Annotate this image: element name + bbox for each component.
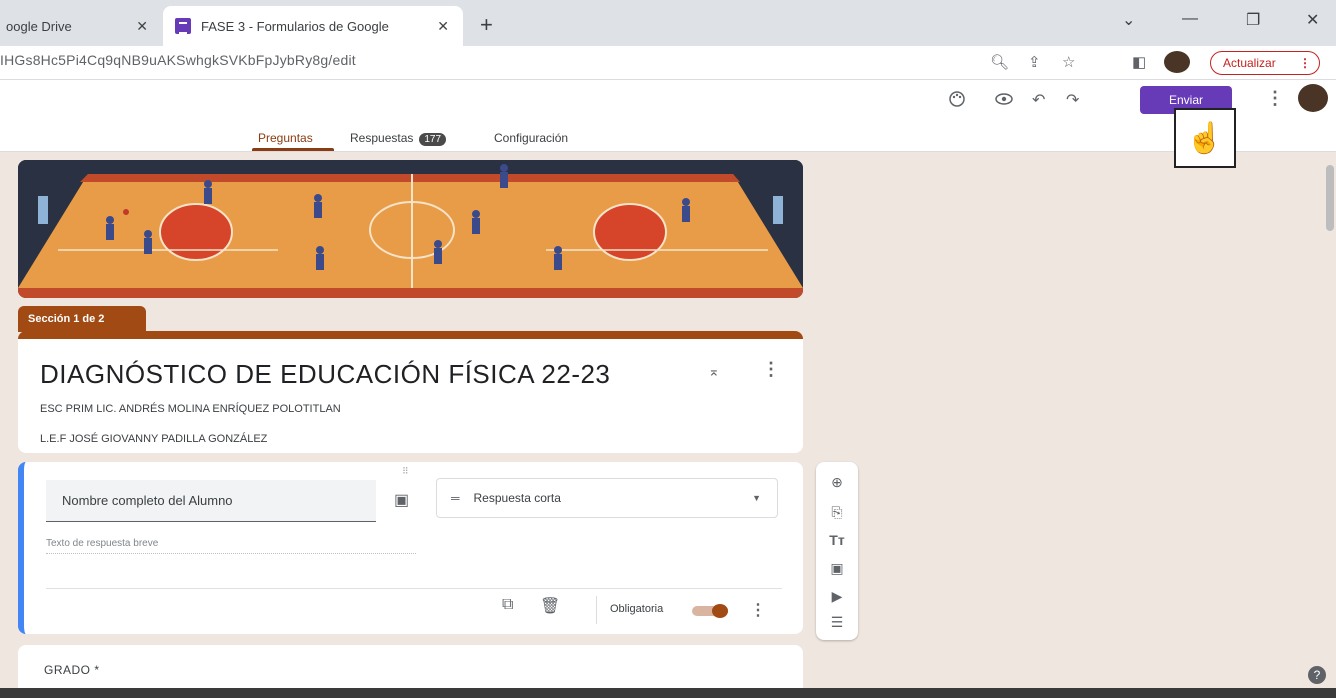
form-description-line-2[interactable]: L.E.F JOSÉ GIOVANNY PADILLA GONZÁLEZ [40,433,267,445]
palette-icon[interactable] [948,90,966,113]
tab-settings[interactable]: Configuración [494,131,568,145]
required-toggle[interactable] [692,604,732,618]
vertical-separator [596,596,597,624]
dropdown-arrow-icon: ▼ [752,493,761,503]
address-bar: IHGs8Hc5Pi4Cq9qNB9uAKSwhgkSVKbFpJybRy8g/… [0,46,1336,80]
bookmark-star-icon[interactable]: ☆ [1062,53,1075,71]
section-options-icon[interactable]: ⋮ [762,359,780,380]
question-title-text: Nombre completo del Alumno [62,493,233,508]
help-icon[interactable]: ? [1308,666,1326,684]
tab-label: oogle Drive [6,18,72,34]
form-title-card[interactable]: DIAGNÓSTICO DE EDUCACIÓN FÍSICA 22-23 ⌅ … [18,331,803,453]
redo-icon[interactable]: ↷ [1066,90,1079,110]
google-forms-icon [175,18,191,34]
question-title-input[interactable]: Nombre completo del Alumno [46,480,376,522]
duplicate-icon[interactable]: ⧉ [502,596,513,614]
restore-icon[interactable]: ❐ [1246,10,1260,30]
browser-menu-icon[interactable]: ⋮ [1299,56,1311,70]
side-panel-icon[interactable]: ◧ [1132,53,1146,71]
more-options-icon[interactable]: ⋮ [1266,88,1284,109]
add-title-description-icon[interactable]: Tт [816,532,858,548]
drag-handle-icon[interactable]: ⠿ [402,466,410,477]
active-tab-indicator [252,148,334,151]
new-tab-button[interactable]: + [480,12,493,38]
tab-search-icon[interactable]: ⌄ [1122,10,1135,30]
add-video-icon[interactable]: ▶ [816,588,858,605]
undo-icon[interactable]: ↶ [1032,90,1045,110]
close-tab-icon[interactable]: ✕ [437,18,449,35]
forms-header: ↶ ↷ Enviar ⋮ Preguntas Respuestas 177 Con… [0,80,1336,152]
import-questions-icon[interactable]: ⎘ [816,504,858,521]
share-icon[interactable]: ⇪ [1028,53,1041,71]
short-answer-placeholder: Texto de respuesta breve [46,538,416,554]
scrollbar[interactable] [1326,165,1334,231]
toggle-knob [712,604,728,618]
add-image-icon[interactable]: ▣ [394,490,409,510]
question-more-options-icon[interactable]: ⋮ [750,600,766,620]
account-avatar[interactable] [1298,84,1328,112]
eye-icon[interactable] [994,90,1014,113]
os-taskbar [0,688,1336,698]
question-type-select[interactable]: ═ Respuesta corta ▼ [436,478,778,518]
url-field[interactable]: IHGs8Hc5Pi4Cq9qNB9uAKSwhgkSVKbFpJybRy8g/… [0,52,356,68]
minimize-icon[interactable]: — [1182,10,1198,28]
side-toolbar: ⊕ ⎘ Tт ▣ ▶ ☰ [816,462,858,640]
delete-icon[interactable]: 🗑︎ [540,596,560,616]
tab-google-forms[interactable]: FASE 3 - Formularios de Google ✕ [163,6,463,46]
tab-responses[interactable]: Respuestas 177 [350,131,447,146]
close-tab-icon[interactable]: ✕ [136,18,148,35]
tab-label: FASE 3 - Formularios de Google [201,18,389,34]
divider [46,588,782,589]
header-image-basketball-court [18,160,803,298]
zoom-icon[interactable]: 🔍︎ [990,53,1009,71]
section-label: Sección 1 de 2 [18,306,146,332]
profile-avatar[interactable] [1164,51,1190,73]
close-window-icon[interactable]: ✕ [1306,10,1319,30]
form-description-line-1[interactable]: ESC PRIM LIC. ANDRÉS MOLINA ENRÍQUEZ POL… [40,403,341,415]
tab-responses-label: Respuestas [350,131,414,145]
browser-tab-bar: oogle Drive ✕ FASE 3 - Formularios de Go… [0,0,1336,46]
question-card-active[interactable]: ⠿ Nombre completo del Alumno ▣ ═ Respues… [18,462,803,634]
responses-count-badge: 177 [419,133,447,146]
add-section-icon[interactable]: ☰ [816,614,858,631]
question-type-label: Respuesta corta [473,491,561,505]
form-tabs: Preguntas Respuestas 177 Configuración [0,128,820,152]
update-button[interactable]: Actualizar ⋮ [1210,51,1320,75]
short-answer-icon: ═ [451,491,460,505]
required-label: Obligatoria [610,603,664,615]
add-question-icon[interactable]: ⊕ [816,474,858,491]
tab-google-drive[interactable]: oogle Drive ✕ [0,6,162,46]
form-title[interactable]: DIAGNÓSTICO DE EDUCACIÓN FÍSICA 22-23 [40,359,610,390]
pointer-hand-icon: ☝ [1174,108,1236,168]
question-title: GRADO * [44,663,100,677]
add-image-icon[interactable]: ▣ [816,560,858,577]
update-label: Actualizar [1223,56,1276,70]
collapse-section-icon[interactable]: ⌅ [708,363,720,380]
tab-questions[interactable]: Preguntas [258,131,313,145]
